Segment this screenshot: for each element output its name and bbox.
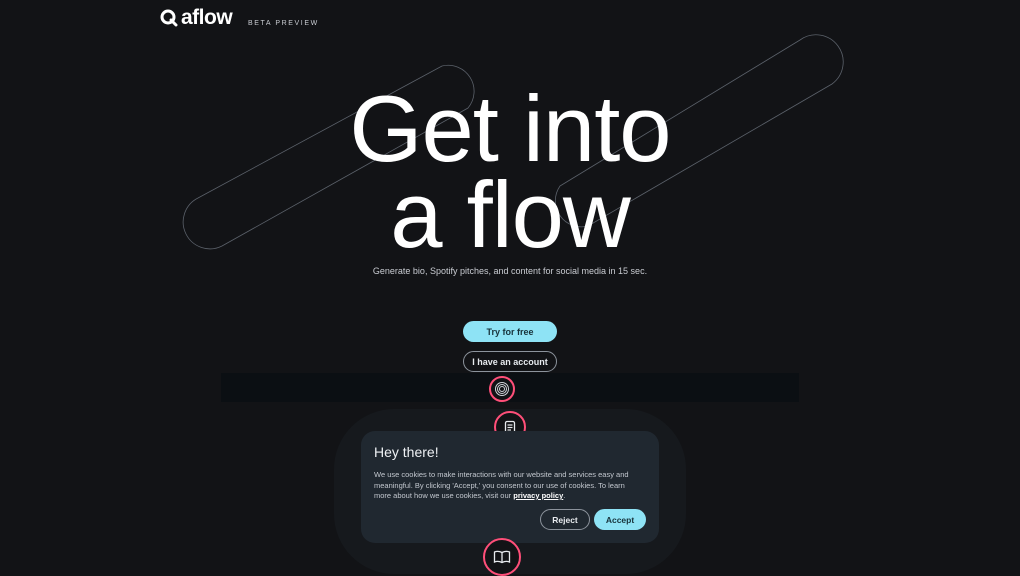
cookie-message: We use cookies to make interactions with… xyxy=(374,470,642,502)
cookie-title: Hey there! xyxy=(374,444,439,460)
aflow-logo-icon xyxy=(160,9,178,27)
privacy-policy-link[interactable]: privacy policy xyxy=(513,491,563,500)
hero-line-1: Get into xyxy=(349,76,671,181)
have-account-button[interactable]: I have an account xyxy=(463,351,557,372)
try-for-free-button[interactable]: Try for free xyxy=(463,321,557,342)
beta-badge: BETA PREVIEW xyxy=(248,20,319,27)
brand-logo[interactable]: aflow xyxy=(160,6,233,29)
accept-cookies-button[interactable]: Accept xyxy=(594,509,646,530)
book-icon xyxy=(493,550,511,564)
hero-heading: Get into a flow xyxy=(0,76,1020,267)
reject-cookies-button[interactable]: Reject xyxy=(540,509,590,530)
hero-subtitle: Generate bio, Spotify pitches, and conte… xyxy=(372,266,648,276)
cookie-consent-dialog: Hey there! We use cookies to make intera… xyxy=(361,431,659,543)
cookie-message-text: We use cookies to make interactions with… xyxy=(374,470,629,500)
step-circle-3 xyxy=(483,538,521,576)
brand-name: aflow xyxy=(181,6,233,29)
step-circle-1 xyxy=(489,376,515,402)
spiral-icon xyxy=(495,382,509,396)
hero-line-2: a flow xyxy=(390,162,631,267)
cookie-message-end: . xyxy=(563,491,566,500)
